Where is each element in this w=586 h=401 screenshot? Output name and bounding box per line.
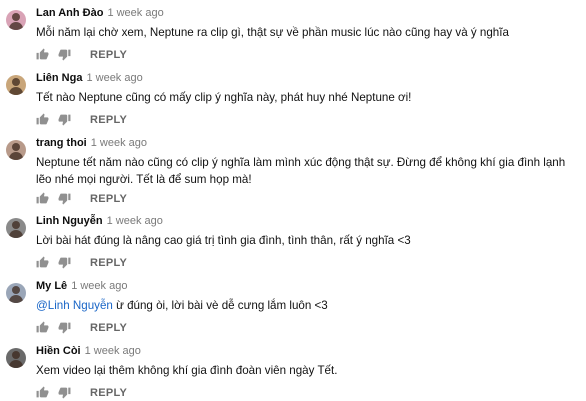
comment-author[interactable]: Hiền Còi [36, 345, 81, 357]
thumbs-down-icon[interactable] [58, 321, 71, 334]
avatar[interactable] [6, 348, 26, 368]
avatar[interactable] [6, 10, 26, 30]
avatar[interactable] [6, 75, 26, 95]
comment-time[interactable]: 1 week ago [91, 137, 147, 149]
thumbs-down-icon[interactable] [58, 386, 71, 399]
comment-header: Liên Nga 1 week ago [36, 71, 143, 85]
thumbs-down-icon[interactable] [58, 48, 71, 61]
comment-author[interactable]: My Lê [36, 280, 67, 292]
reply-button[interactable]: REPLY [90, 321, 127, 335]
comment-author[interactable]: Lan Anh Đào [36, 7, 103, 19]
comment-time[interactable]: 1 week ago [107, 215, 163, 227]
comment-header: trang thoi 1 week ago [36, 136, 147, 150]
avatar[interactable] [6, 218, 26, 238]
comment-time[interactable]: 1 week ago [85, 345, 141, 357]
comment-header: Hiền Còi 1 week ago [36, 344, 141, 358]
thumbs-up-icon[interactable] [36, 192, 49, 205]
comment-header: Lan Anh Đào 1 week ago [36, 6, 164, 20]
comment-author[interactable]: trang thoi [36, 137, 87, 149]
user-mention-link[interactable]: @Linh Nguyễn [36, 299, 113, 312]
reply-button[interactable]: REPLY [90, 386, 127, 400]
comment-author[interactable]: Linh Nguyễn [36, 215, 103, 227]
comment-header: My Lê 1 week ago [36, 279, 127, 293]
thumbs-down-icon[interactable] [58, 113, 71, 126]
comment-author[interactable]: Liên Nga [36, 72, 82, 84]
thumbs-up-icon[interactable] [36, 321, 49, 334]
reply-button[interactable]: REPLY [90, 48, 127, 62]
thumbs-up-icon[interactable] [36, 386, 49, 399]
comment-text: Tết nào Neptune cũng có mấy clip ý nghĩa… [36, 91, 412, 104]
thumbs-down-icon[interactable] [58, 192, 71, 205]
comment-time[interactable]: 1 week ago [86, 72, 142, 84]
comment-time[interactable]: 1 week ago [107, 7, 163, 19]
comment-time[interactable]: 1 week ago [71, 280, 127, 292]
reply-button[interactable]: REPLY [90, 113, 127, 127]
thumbs-up-icon[interactable] [36, 48, 49, 61]
thumbs-up-icon[interactable] [36, 256, 49, 269]
comment-text: Lời bài hát đúng là nâng cao giá trị tìn… [36, 234, 411, 247]
thumbs-down-icon[interactable] [58, 256, 71, 269]
reply-button[interactable]: REPLY [90, 192, 127, 206]
thumbs-up-icon[interactable] [36, 113, 49, 126]
comment-text: Mỗi năm lại chờ xem, Neptune ra clip gì,… [36, 26, 509, 39]
reply-button[interactable]: REPLY [90, 256, 127, 270]
avatar[interactable] [6, 283, 26, 303]
comment-text: Xem video lại thêm không khí gia đình đo… [36, 364, 338, 377]
comment-text: Neptune tết năm nào cũng có clip ý nghĩa… [36, 156, 566, 186]
comment-text: @Linh Nguyễn ừ đúng òi, lời bài vè dễ cư… [36, 297, 576, 314]
comment-header: Linh Nguyễn 1 week ago [36, 214, 163, 228]
comment-text-body: ừ đúng òi, lời bài vè dễ cưng lắm luôn <… [112, 299, 328, 312]
avatar[interactable] [6, 140, 26, 160]
